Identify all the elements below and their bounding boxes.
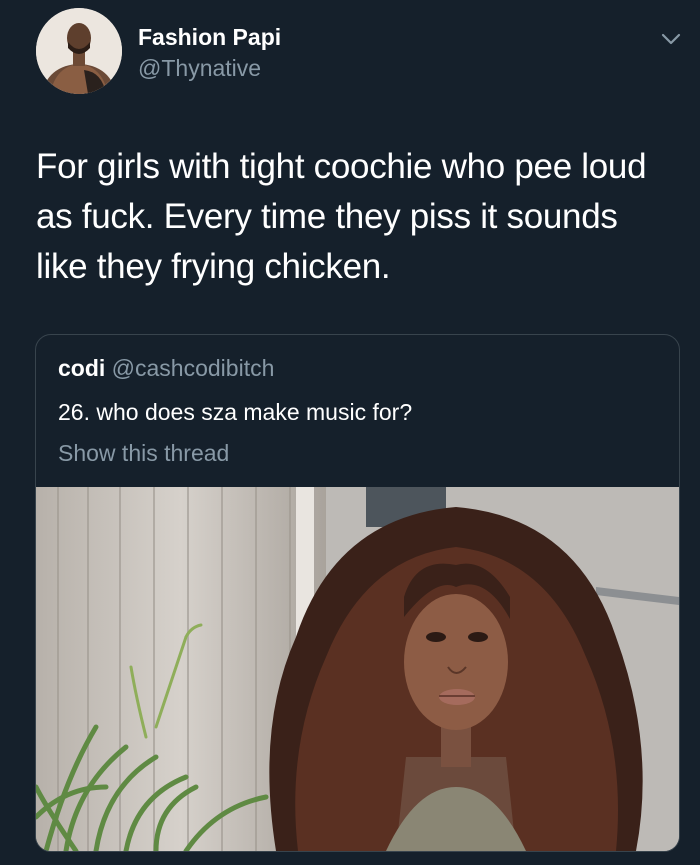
show-thread-link[interactable]: Show this thread [58,440,229,467]
author-handle[interactable]: @Thynative [138,55,261,82]
author-name[interactable]: Fashion Papi [138,24,281,51]
quoted-tweet-author: codi @cashcodibitch [58,355,274,382]
quoted-tweet-text: 26. who does sza make music for? [58,399,413,425]
quoted-author-name: codi [58,355,106,381]
chevron-down-icon[interactable] [656,24,686,54]
tweet-header: Fashion Papi @Thynative [36,8,686,98]
quoted-author-handle: @cashcodibitch [111,355,275,381]
quoted-tweet-card[interactable]: codi @cashcodibitch 26. who does sza mak… [35,334,680,852]
tweet-screenshot: Fashion Papi @Thynative For girls with t… [0,0,700,865]
quoted-tweet-photo[interactable] [36,487,679,851]
tweet-text: For girls with tight coochie who pee lou… [36,147,647,286]
avatar[interactable] [36,8,122,94]
